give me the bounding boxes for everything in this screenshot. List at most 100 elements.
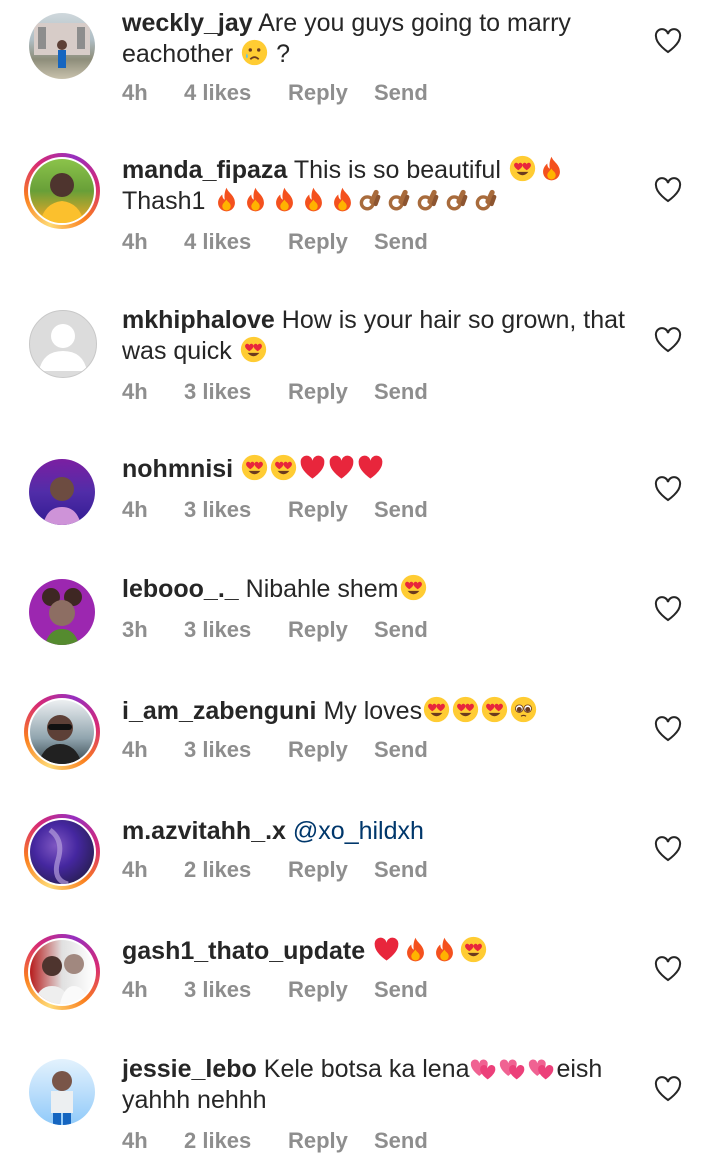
comment-time: 4h bbox=[122, 1128, 148, 1153]
ok-hand-emoji-icon bbox=[387, 186, 414, 213]
two-hearts-emoji-icon bbox=[528, 1054, 555, 1081]
comment-body: Are you guys going to marry bbox=[258, 9, 571, 37]
heart-eyes-emoji-icon bbox=[481, 696, 508, 723]
comment-text: i_am_zabenguni My loves bbox=[122, 696, 642, 727]
pleading-face-emoji-icon bbox=[510, 696, 537, 723]
avatar[interactable] bbox=[24, 694, 100, 770]
like-heart-icon[interactable] bbox=[654, 476, 682, 502]
comment-meta: 4h 4 likes Reply Send bbox=[122, 229, 428, 255]
like-heart-icon[interactable] bbox=[654, 28, 682, 54]
fire-emoji-icon bbox=[431, 936, 458, 963]
ok-hand-emoji-icon bbox=[358, 186, 385, 213]
avatar[interactable] bbox=[24, 934, 100, 1010]
send-button[interactable]: Send bbox=[374, 617, 428, 643]
comment-body: This is so beautiful bbox=[293, 156, 501, 184]
like-heart-icon[interactable] bbox=[654, 596, 682, 622]
send-button[interactable]: Send bbox=[374, 857, 428, 883]
comment-username[interactable]: jessie_lebo bbox=[122, 1055, 257, 1083]
sad-tear-emoji-icon bbox=[241, 39, 268, 66]
reply-button[interactable]: Reply bbox=[288, 229, 374, 255]
comment-text: manda_fipaza This is so beautiful Thash1 bbox=[122, 155, 642, 217]
comment-text: lebooo_._ Nibahle shem bbox=[122, 574, 642, 605]
comment-likes[interactable]: 4 likes bbox=[184, 80, 288, 106]
comment-body-line2: eachother bbox=[122, 40, 234, 68]
reply-button[interactable]: Reply bbox=[288, 379, 374, 405]
comment-body: Nibahle shem bbox=[245, 575, 399, 603]
two-hearts-emoji-icon bbox=[470, 1054, 497, 1081]
red-heart-emoji-icon bbox=[373, 936, 400, 963]
comment-username[interactable]: nohmnisi bbox=[122, 455, 233, 483]
avatar[interactable] bbox=[24, 1054, 100, 1130]
reply-button[interactable]: Reply bbox=[288, 857, 374, 883]
comment-text: nohmnisi bbox=[122, 454, 642, 485]
comment-username[interactable]: weckly_jay bbox=[122, 9, 253, 37]
comment-likes[interactable]: 3 likes bbox=[184, 379, 288, 405]
ok-hand-emoji-icon bbox=[445, 186, 472, 213]
comment-username[interactable]: i_am_zabenguni bbox=[122, 697, 317, 725]
heart-eyes-emoji-icon bbox=[240, 336, 267, 363]
send-button[interactable]: Send bbox=[374, 1128, 428, 1154]
comment-body: How is your hair so grown, that bbox=[281, 306, 625, 334]
red-heart-emoji-icon bbox=[328, 454, 355, 481]
comment-text: mkhiphalove How is your hair so grown, t… bbox=[122, 305, 642, 367]
like-heart-icon[interactable] bbox=[654, 177, 682, 203]
comment-likes[interactable]: 3 likes bbox=[184, 977, 288, 1003]
send-button[interactable]: Send bbox=[374, 229, 428, 255]
fire-emoji-icon bbox=[213, 186, 240, 213]
comment-meta: 4h 2 likes Reply Send bbox=[122, 1128, 428, 1154]
send-button[interactable]: Send bbox=[374, 80, 428, 106]
reply-button[interactable]: Reply bbox=[288, 737, 374, 763]
comment-likes[interactable]: 3 likes bbox=[184, 737, 288, 763]
like-heart-icon[interactable] bbox=[654, 836, 682, 862]
comment-body-suffix: ? bbox=[276, 40, 291, 68]
comment-meta: 4h 2 likes Reply Send bbox=[122, 857, 428, 883]
reply-button[interactable]: Reply bbox=[288, 80, 374, 106]
comment-text: weckly_jay Are you guys going to marry e… bbox=[122, 8, 642, 70]
send-button[interactable]: Send bbox=[374, 737, 428, 763]
heart-eyes-emoji-icon bbox=[270, 454, 297, 481]
like-heart-icon[interactable] bbox=[654, 956, 682, 982]
comment-username[interactable]: m.azvitahh_.x bbox=[122, 817, 286, 845]
comment-time: 4h bbox=[122, 497, 148, 522]
like-heart-icon[interactable] bbox=[654, 1076, 682, 1102]
red-heart-emoji-icon bbox=[299, 454, 326, 481]
avatar[interactable] bbox=[24, 454, 100, 530]
fire-emoji-icon bbox=[329, 186, 356, 213]
comment-text: m.azvitahh_.x @xo_hildxh bbox=[122, 816, 642, 847]
avatar[interactable] bbox=[24, 814, 100, 890]
mention-link[interactable]: @xo_hildxh bbox=[293, 817, 424, 845]
heart-eyes-emoji-icon bbox=[452, 696, 479, 723]
fire-emoji-icon bbox=[271, 186, 298, 213]
avatar[interactable] bbox=[24, 305, 100, 381]
reply-button[interactable]: Reply bbox=[288, 1128, 374, 1154]
comment-username[interactable]: manda_fipaza bbox=[122, 156, 287, 184]
comment-username[interactable]: lebooo_._ bbox=[122, 575, 239, 603]
comment-meta: 3h 3 likes Reply Send bbox=[122, 617, 428, 643]
like-heart-icon[interactable] bbox=[654, 327, 682, 353]
comment-likes[interactable]: 3 likes bbox=[184, 497, 288, 523]
fire-emoji-icon bbox=[402, 936, 429, 963]
send-button[interactable]: Send bbox=[374, 379, 428, 405]
avatar[interactable] bbox=[24, 8, 100, 84]
comment-username[interactable]: mkhiphalove bbox=[122, 306, 275, 334]
comment-time: 4h bbox=[122, 737, 148, 762]
comment-likes[interactable]: 4 likes bbox=[184, 229, 288, 255]
comment-likes[interactable]: 3 likes bbox=[184, 617, 288, 643]
avatar[interactable] bbox=[24, 153, 100, 229]
comment-body: Kele botsa ka lena bbox=[263, 1055, 470, 1083]
reply-button[interactable]: Reply bbox=[288, 497, 374, 523]
comment-username[interactable]: gash1_thato_update bbox=[122, 937, 365, 965]
like-heart-icon[interactable] bbox=[654, 716, 682, 742]
heart-eyes-emoji-icon bbox=[509, 155, 536, 182]
send-button[interactable]: Send bbox=[374, 977, 428, 1003]
reply-button[interactable]: Reply bbox=[288, 977, 374, 1003]
comment-time: 4h bbox=[122, 857, 148, 882]
comment-body: My loves bbox=[323, 697, 423, 725]
comment-likes[interactable]: 2 likes bbox=[184, 857, 288, 883]
comment-time: 4h bbox=[122, 80, 148, 105]
send-button[interactable]: Send bbox=[374, 497, 428, 523]
comment-meta: 4h 4 likes Reply Send bbox=[122, 80, 428, 106]
reply-button[interactable]: Reply bbox=[288, 617, 374, 643]
comment-likes[interactable]: 2 likes bbox=[184, 1128, 288, 1154]
avatar[interactable] bbox=[24, 574, 100, 650]
